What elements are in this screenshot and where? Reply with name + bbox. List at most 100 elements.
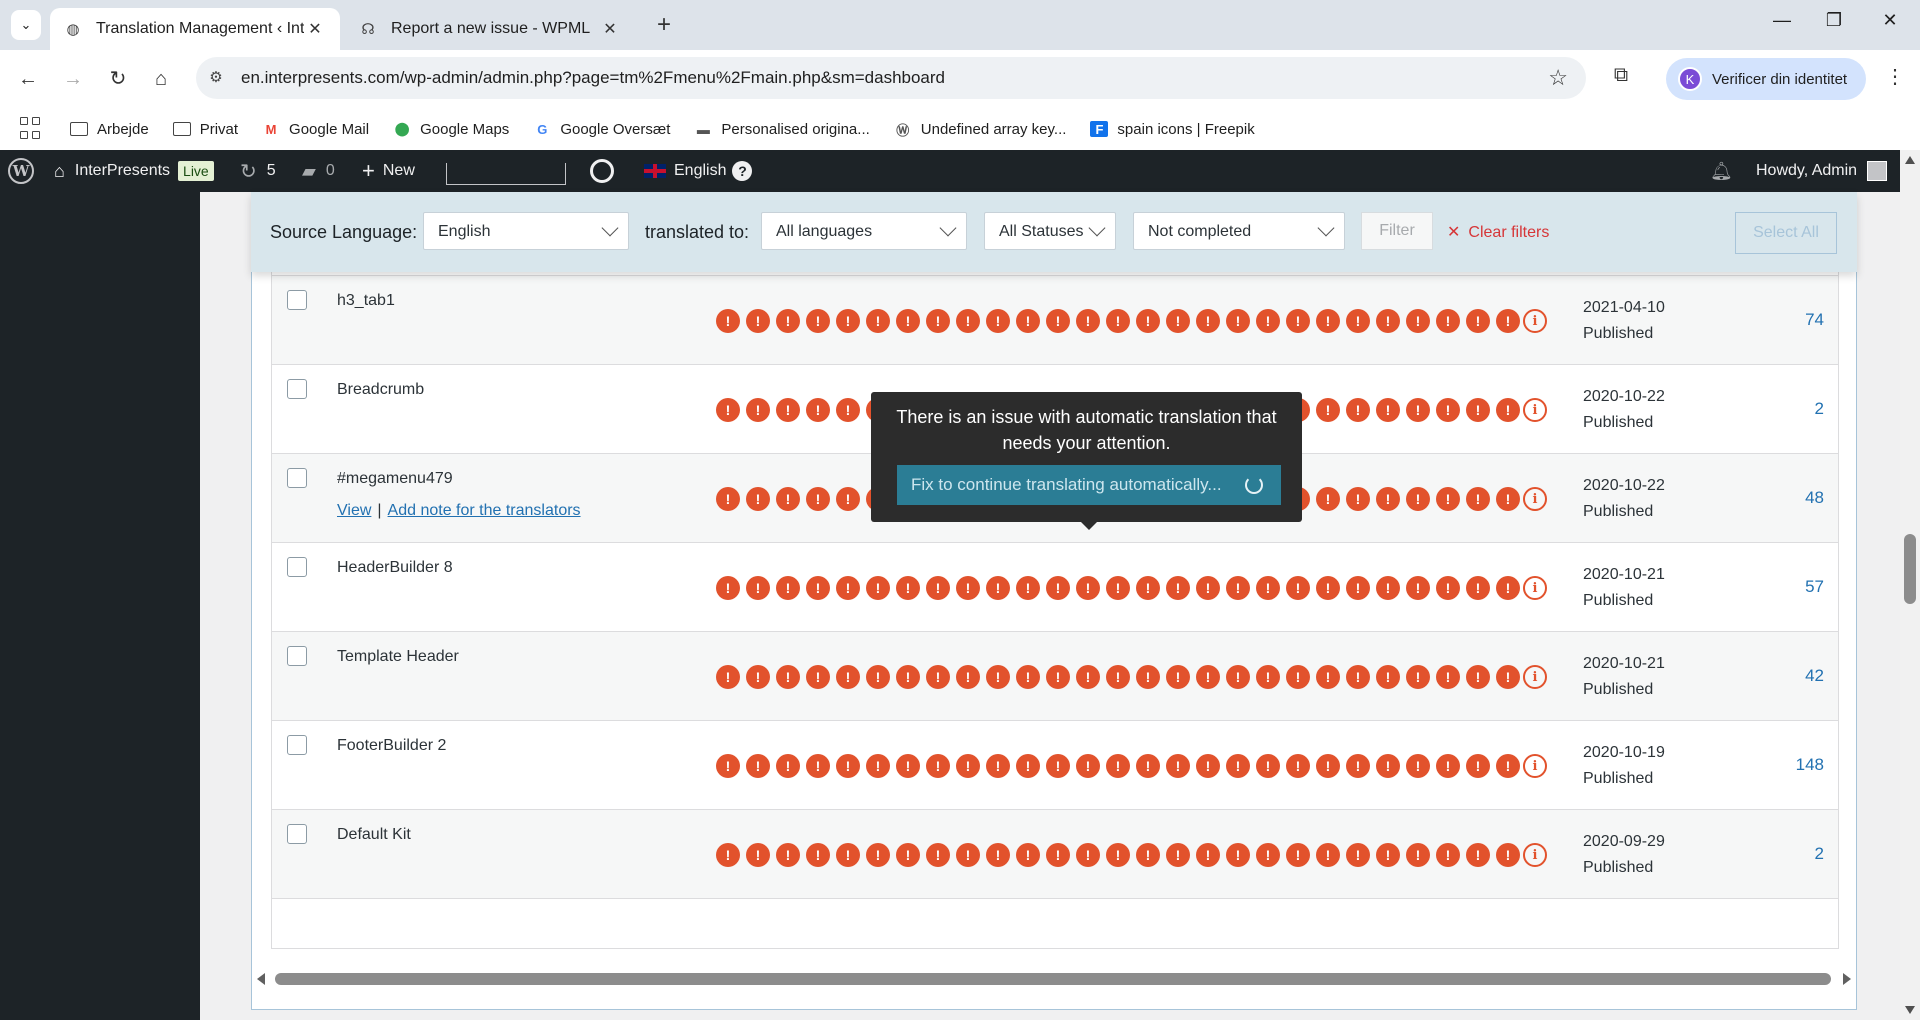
close-icon[interactable]: ✕ bbox=[304, 19, 326, 39]
bookmark-personalised[interactable]: ▬ Personalised origina... bbox=[694, 121, 870, 138]
profile-button[interactable]: K Verificer din identitet bbox=[1666, 58, 1866, 100]
restore-button[interactable]: ❐ bbox=[1814, 10, 1854, 40]
tab-report-issue[interactable]: ☊ Report a new issue - WPML ✕ bbox=[345, 8, 635, 50]
translation-issue-icon[interactable]: ! bbox=[716, 487, 740, 511]
translation-issue-icon[interactable]: ! bbox=[896, 665, 920, 689]
translation-issue-icon[interactable]: ! bbox=[1496, 843, 1520, 867]
translation-issue-icon[interactable]: ! bbox=[926, 309, 950, 333]
translation-issue-icon[interactable]: ! bbox=[836, 843, 860, 867]
info-icon[interactable]: i bbox=[1523, 487, 1547, 511]
comments-link[interactable]: ▰ 0 bbox=[302, 150, 335, 192]
translation-issue-icon[interactable]: ! bbox=[716, 576, 740, 600]
apps-grid-icon[interactable] bbox=[20, 117, 44, 141]
translation-issue-icon[interactable]: ! bbox=[956, 576, 980, 600]
translation-issue-icon[interactable]: ! bbox=[1196, 576, 1220, 600]
translation-issue-icon[interactable]: ! bbox=[1166, 754, 1190, 778]
translation-issue-icon[interactable]: ! bbox=[806, 576, 830, 600]
translation-issue-icon[interactable]: ! bbox=[1016, 576, 1040, 600]
translation-issue-icon[interactable]: ! bbox=[1346, 309, 1370, 333]
language-switcher[interactable]: English ? bbox=[644, 150, 753, 192]
translation-issue-icon[interactable]: ! bbox=[1016, 665, 1040, 689]
notifications-button[interactable]: 🔔︎ bbox=[1710, 150, 1733, 192]
translation-issue-icon[interactable]: ! bbox=[1346, 665, 1370, 689]
translation-issue-icon[interactable]: ! bbox=[926, 843, 950, 867]
translation-issue-icon[interactable]: ! bbox=[1496, 576, 1520, 600]
translation-issue-icon[interactable]: ! bbox=[1106, 576, 1130, 600]
bookmark-privat[interactable]: Privat bbox=[172, 121, 238, 138]
translation-issue-icon[interactable]: ! bbox=[1256, 665, 1280, 689]
tab-search-button[interactable]: ⌄ bbox=[11, 10, 41, 40]
translation-issue-icon[interactable]: ! bbox=[716, 754, 740, 778]
translation-issue-icon[interactable]: ! bbox=[1346, 754, 1370, 778]
translation-issue-icon[interactable]: ! bbox=[986, 576, 1010, 600]
my-account-link[interactable]: Howdy, Admin bbox=[1756, 150, 1888, 192]
row-checkbox[interactable] bbox=[287, 557, 307, 577]
translation-issue-icon[interactable]: ! bbox=[1376, 665, 1400, 689]
row-checkbox[interactable] bbox=[287, 646, 307, 666]
translation-issue-icon[interactable]: ! bbox=[1286, 754, 1310, 778]
extensions-icon[interactable]: ⧉ bbox=[1606, 64, 1636, 94]
translation-issue-icon[interactable]: ! bbox=[926, 754, 950, 778]
scroll-left-icon[interactable] bbox=[257, 973, 265, 985]
info-icon[interactable]: i bbox=[1523, 576, 1547, 600]
row-word-count[interactable]: 42 bbox=[1805, 666, 1824, 686]
translation-issue-icon[interactable]: ! bbox=[746, 487, 770, 511]
home-icon[interactable]: ⌂ bbox=[146, 64, 176, 94]
vertical-scrollbar[interactable] bbox=[1900, 150, 1920, 1020]
translation-issue-icon[interactable]: ! bbox=[1136, 309, 1160, 333]
translation-issue-icon[interactable]: ! bbox=[1286, 309, 1310, 333]
translation-issue-icon[interactable]: ! bbox=[836, 665, 860, 689]
translation-issue-icon[interactable]: ! bbox=[806, 665, 830, 689]
translation-issue-icon[interactable]: ! bbox=[1196, 843, 1220, 867]
translation-issue-icon[interactable]: ! bbox=[806, 309, 830, 333]
translation-issue-icon[interactable]: ! bbox=[866, 665, 890, 689]
add-note-link[interactable]: Add note for the translators bbox=[388, 502, 581, 519]
translation-issue-icon[interactable]: ! bbox=[776, 843, 800, 867]
translation-issue-icon[interactable]: ! bbox=[746, 754, 770, 778]
translation-issue-icon[interactable]: ! bbox=[1256, 754, 1280, 778]
translation-issue-icon[interactable]: ! bbox=[806, 487, 830, 511]
scroll-right-icon[interactable] bbox=[1843, 973, 1851, 985]
site-name-link[interactable]: ⌂ InterPresents Live bbox=[54, 150, 214, 192]
clear-filters-button[interactable]: ✕ Clear filters bbox=[1447, 222, 1549, 242]
translation-issue-icon[interactable]: ! bbox=[926, 665, 950, 689]
translation-issue-icon[interactable]: ! bbox=[1106, 754, 1130, 778]
info-icon[interactable]: i bbox=[1523, 754, 1547, 778]
translation-issue-icon[interactable]: ! bbox=[1076, 309, 1100, 333]
translation-issue-icon[interactable]: ! bbox=[1166, 665, 1190, 689]
bookmark-google-maps[interactable]: ⬤ Google Maps bbox=[393, 121, 510, 138]
bookmark-google-translate[interactable]: G Google Oversæt bbox=[533, 121, 670, 138]
translation-issue-icon[interactable]: ! bbox=[1466, 843, 1490, 867]
translation-issue-icon[interactable]: ! bbox=[1226, 576, 1250, 600]
new-content-link[interactable]: + New bbox=[362, 150, 415, 192]
translation-issue-icon[interactable]: ! bbox=[1136, 576, 1160, 600]
translation-issue-icon[interactable]: ! bbox=[866, 843, 890, 867]
translation-issue-icon[interactable]: ! bbox=[716, 665, 740, 689]
translation-issue-icon[interactable]: ! bbox=[1436, 398, 1460, 422]
translation-issue-icon[interactable]: ! bbox=[1406, 576, 1430, 600]
fix-auto-translation-button[interactable]: Fix to continue translating automaticall… bbox=[897, 465, 1281, 505]
translation-issue-icon[interactable]: ! bbox=[866, 754, 890, 778]
translation-issue-icon[interactable]: ! bbox=[1106, 309, 1130, 333]
translation-issue-icon[interactable]: ! bbox=[866, 576, 890, 600]
translation-issue-icon[interactable]: ! bbox=[1316, 576, 1340, 600]
translation-issue-icon[interactable]: ! bbox=[1046, 665, 1070, 689]
forward-arrow-icon[interactable]: → bbox=[58, 64, 88, 94]
translation-issue-icon[interactable]: ! bbox=[1076, 754, 1100, 778]
translation-issue-icon[interactable]: ! bbox=[1466, 665, 1490, 689]
translation-issue-icon[interactable]: ! bbox=[1496, 309, 1520, 333]
scroll-down-icon[interactable] bbox=[1905, 1006, 1915, 1014]
translation-issue-icon[interactable]: ! bbox=[1436, 309, 1460, 333]
minimize-button[interactable]: — bbox=[1762, 10, 1802, 40]
translation-issue-icon[interactable]: ! bbox=[1046, 843, 1070, 867]
translation-issue-icon[interactable]: ! bbox=[1376, 576, 1400, 600]
translation-issue-icon[interactable]: ! bbox=[1406, 398, 1430, 422]
translation-issue-icon[interactable]: ! bbox=[746, 665, 770, 689]
translation-issue-icon[interactable]: ! bbox=[1166, 309, 1190, 333]
translation-issue-icon[interactable]: ! bbox=[746, 843, 770, 867]
translation-issue-icon[interactable]: ! bbox=[836, 487, 860, 511]
translation-issue-icon[interactable]: ! bbox=[836, 398, 860, 422]
source-language-select[interactable]: English bbox=[423, 212, 629, 250]
translation-issue-icon[interactable]: ! bbox=[986, 665, 1010, 689]
translation-issue-icon[interactable]: ! bbox=[1436, 754, 1460, 778]
